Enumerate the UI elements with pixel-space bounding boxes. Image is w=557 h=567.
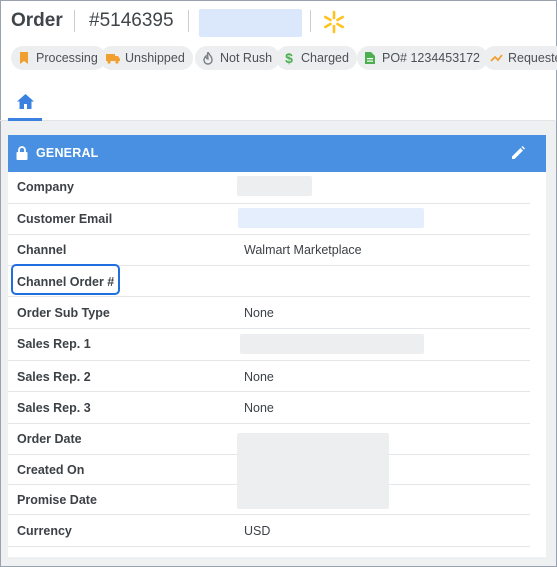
row-label: Channel (17, 243, 67, 257)
row-label: Order Date (17, 432, 82, 446)
card-title: GENERAL (36, 146, 99, 160)
fire-icon (201, 51, 215, 65)
pill-label: Not Rush (220, 51, 273, 65)
redacted-field (199, 9, 302, 37)
row-customer-email: Customer Email (8, 204, 530, 235)
status-pill-requested[interactable]: Requeste (483, 46, 557, 70)
chart-icon (489, 51, 503, 65)
row-label: Currency (17, 524, 72, 538)
row-currency: Currency USD (8, 515, 530, 547)
card-header[interactable]: GENERAL (8, 135, 546, 172)
status-pill-unshipped[interactable]: Unshipped (100, 46, 193, 70)
tab-bar (0, 84, 555, 121)
row-label: Promise Date (17, 493, 97, 507)
redacted-value (240, 334, 424, 354)
row-label: Sales Rep. 2 (17, 370, 91, 384)
row-label: Customer Email (17, 212, 113, 226)
redacted-dates (237, 433, 389, 509)
row-value: None (244, 306, 274, 320)
row-value: Walmart Marketplace (244, 243, 362, 257)
pill-label: Unshipped (125, 51, 185, 65)
row-label: Order Sub Type (17, 306, 110, 320)
status-pill-processing[interactable]: Processing (11, 46, 106, 70)
row-value: USD (244, 524, 271, 538)
row-value: None (244, 401, 274, 415)
bookmark-icon (17, 51, 31, 65)
order-header: Order #5146395 (0, 0, 555, 44)
row-channel: Channel Walmart Marketplace (8, 235, 530, 266)
row-label: Created On (17, 463, 85, 477)
dollar-icon: $ (285, 50, 293, 66)
row-company: Company (8, 172, 530, 204)
row-label: Sales Rep. 1 (17, 337, 91, 351)
row-order-sub-type: Order Sub Type None (8, 297, 530, 329)
redacted-value (238, 208, 424, 228)
home-icon (16, 93, 34, 109)
pill-label: Requeste (508, 51, 557, 65)
row-label: Sales Rep. 3 (17, 401, 91, 415)
page-title: Order (11, 10, 63, 31)
lock-icon (16, 146, 28, 160)
document-icon (363, 51, 377, 65)
status-pill-not-rush[interactable]: Not Rush (195, 46, 281, 70)
divider (188, 10, 189, 32)
divider (310, 10, 311, 32)
divider (74, 10, 75, 32)
general-card: GENERAL Company Customer Email Channel W… (8, 135, 546, 557)
redacted-value (237, 176, 312, 196)
row-sales-rep-3: Sales Rep. 3 None (8, 392, 530, 424)
tab-home[interactable] (8, 84, 42, 121)
status-pills: Processing Unshipped Not Rush $ Charged … (11, 46, 557, 70)
order-number: #5146395 (89, 10, 174, 31)
row-sales-rep-1: Sales Rep. 1 (8, 329, 530, 361)
row-sales-rep-2: Sales Rep. 2 None (8, 361, 530, 392)
highlight-annotation (11, 264, 120, 295)
walmart-spark-icon (323, 10, 345, 34)
row-label: Company (17, 180, 74, 194)
pill-label: Charged (301, 51, 349, 65)
truck-icon (106, 51, 120, 65)
pill-label: Processing (36, 51, 98, 65)
status-pill-charged[interactable]: $ Charged (276, 46, 357, 70)
edit-pencil-icon[interactable] (510, 145, 526, 161)
row-value: None (244, 370, 274, 384)
status-pill-po[interactable]: PO# 1234453172 (357, 46, 489, 70)
pill-label: PO# 1234453172 (382, 51, 481, 65)
